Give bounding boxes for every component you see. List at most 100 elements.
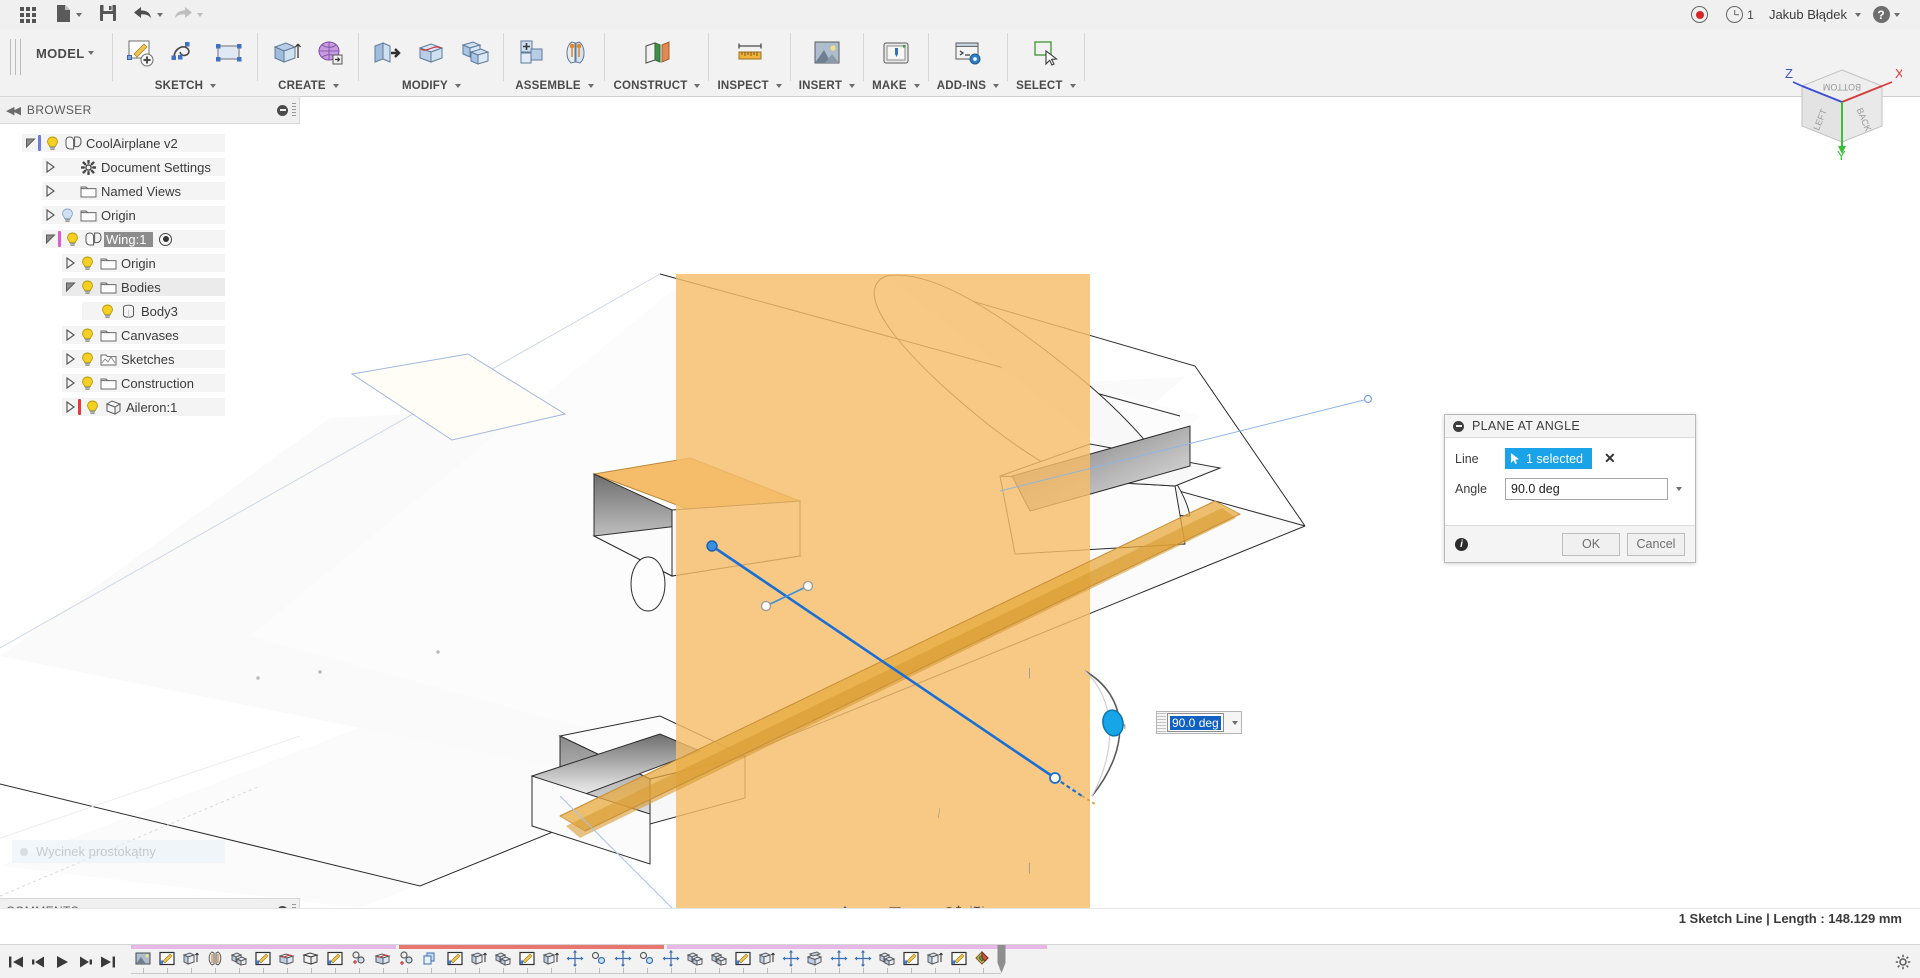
ribbon-label-construct[interactable]: CONSTRUCT [613,80,701,92]
create-sketch-icon[interactable] [121,33,161,73]
tree-item-body3[interactable]: Body3 [0,299,300,323]
ribbon-label-addins[interactable]: ADD-INS [937,80,1000,92]
timeline-feature-joint[interactable] [635,949,659,974]
timeline-feature-sketch[interactable] [899,949,923,974]
timeline-feature-fillet[interactable] [371,949,395,974]
tree-item-origin[interactable]: Origin [0,203,300,227]
joint-icon[interactable] [556,33,596,73]
view-cube[interactable]: X Z Y BOTTOM LEFT BACK [1782,42,1904,163]
timeline-feature-body[interactable] [299,949,323,974]
ribbon-grip[interactable] [10,39,24,75]
timeline-feature-combine[interactable] [491,949,515,974]
visibility-bulb-icon[interactable] [78,352,97,367]
extrude-icon[interactable] [266,33,306,73]
timeline-feature-fillet[interactable] [275,949,299,974]
visibility-bulb-icon[interactable] [78,256,97,271]
redo-button[interactable] [168,0,208,29]
timeline-feature-sketch[interactable] [731,949,755,974]
timeline-feature-extrude[interactable] [467,949,491,974]
chevron-down-icon[interactable] [1225,720,1241,725]
timeline-feature-move[interactable] [659,949,683,974]
timeline-feature-appearance[interactable] [971,949,995,974]
cancel-button[interactable]: Cancel [1627,532,1685,556]
dialog-title-bar[interactable]: PLANE AT ANGLE [1445,415,1695,438]
collapse-left-icon[interactable]: ◀◀ [6,104,21,117]
browser-tree[interactable]: CoolAirplane v2 Document Settings Named Vi… [0,124,300,419]
visibility-bulb-icon[interactable] [83,400,102,415]
tree-expand-arrow[interactable] [22,137,38,149]
browser-resize-grip[interactable] [292,102,296,118]
jump-end-icon[interactable] [98,950,117,974]
timeline-group-bar[interactable] [399,945,664,949]
tree-expand-arrow[interactable] [42,233,58,245]
timeline-group-bar[interactable] [667,945,1047,949]
plane-at-angle-dialog[interactable]: PLANE AT ANGLE Line 1 selected ✕ Angle 9… [1444,414,1696,563]
timeline-feature-sketch[interactable] [323,949,347,974]
timeline-feature-copy[interactable] [419,949,443,974]
press-pull-icon[interactable] [367,33,407,73]
tree-item-construction[interactable]: Construction [0,371,300,395]
visibility-bulb-icon[interactable] [98,304,117,319]
tree-expand-arrow[interactable] [62,257,78,269]
timeline-feature-sketch[interactable] [515,949,539,974]
ribbon-label-modify[interactable]: MODIFY [402,80,461,92]
angle-input[interactable]: 90.0 deg [1505,478,1668,500]
inline-angle-input[interactable]: 90.0 deg [1156,711,1242,734]
shell-icon[interactable] [455,33,495,73]
tree-item-coolairplane-v2[interactable]: CoolAirplane v2 [0,131,300,155]
tree-item-document-settings[interactable]: Document Settings [0,155,300,179]
rectangle-icon[interactable] [209,33,249,73]
browser-pin-icon[interactable] [277,104,288,116]
tree-item-aileron-1[interactable]: Aileron:1 [0,395,300,419]
chevron-down-icon[interactable] [1668,487,1685,491]
timeline-feature-mirror[interactable] [203,949,227,974]
tree-expand-arrow[interactable] [42,185,58,197]
timeline-feature-move[interactable] [611,949,635,974]
timeline-feature-move[interactable] [779,949,803,974]
timeline-feature-sketch[interactable] [947,949,971,974]
undo-button[interactable] [128,0,168,29]
timeline-feature-move[interactable] [827,949,851,974]
ribbon-label-assemble[interactable]: ASSEMBLE [515,80,594,92]
timeline-feature-extrude[interactable] [755,949,779,974]
timeline-track[interactable] [131,945,1893,978]
activate-component-radio[interactable] [159,232,173,246]
timeline-feature-combine[interactable] [227,949,251,974]
timeline-feature-rigid-joint[interactable] [347,949,371,974]
user-menu-button[interactable]: Jakub Błądek [1760,0,1866,29]
timeline-feature-chamfer[interactable] [803,949,827,974]
record-button[interactable] [1680,0,1720,29]
visibility-bulb-icon[interactable] [78,328,97,343]
info-icon[interactable]: i [1455,537,1468,551]
insert-image-icon[interactable] [807,33,847,73]
apps-grid-button[interactable] [8,0,48,29]
timeline-settings-icon[interactable] [1893,950,1912,974]
tree-expand-arrow[interactable] [42,161,58,173]
tree-item-wing-1[interactable]: Wing:1 [0,227,300,251]
new-component-icon[interactable] [512,33,552,73]
tree-expand-arrow[interactable] [62,401,78,413]
ribbon-label-make[interactable]: MAKE [872,80,920,92]
timeline-feature-combine[interactable] [683,949,707,974]
new-document-button[interactable] [48,0,88,29]
measure-icon[interactable] [730,33,770,73]
fillet-icon[interactable] [411,33,451,73]
timeline-feature-joint[interactable] [587,949,611,974]
create-form-icon[interactable] [310,33,350,73]
workspace-selector[interactable]: MODEL [30,29,112,77]
visibility-bulb-icon[interactable] [43,136,62,151]
timeline-group-bar[interactable] [131,945,396,949]
timeline-feature-sketch[interactable] [155,949,179,974]
tree-item-origin[interactable]: Origin [0,251,300,275]
spline-icon[interactable] [165,33,205,73]
timeline-feature-extrude[interactable] [539,949,563,974]
visibility-bulb-icon[interactable] [78,376,97,391]
tree-expand-arrow[interactable] [62,281,78,293]
ribbon-label-inspect[interactable]: INSPECT [717,80,782,92]
construct-plane-icon[interactable] [637,33,677,73]
timeline-feature-combine[interactable] [707,949,731,974]
timeline-feature-joint-origin[interactable] [395,949,419,974]
timeline-feature-combine[interactable] [875,949,899,974]
scripts-addins-icon[interactable] [948,33,988,73]
3d-print-icon[interactable] [876,33,916,73]
